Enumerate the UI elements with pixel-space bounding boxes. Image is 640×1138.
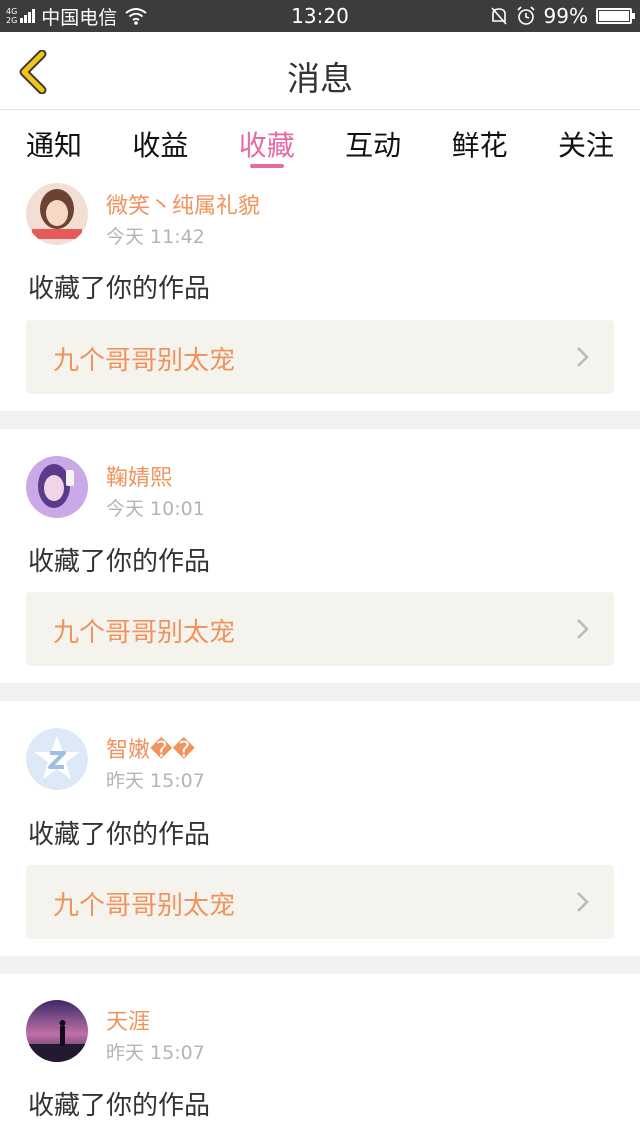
message-time: 今天 11:42 [106,226,205,248]
avatar[interactable] [26,1000,88,1062]
status-bar: 4G 2G 中国电信 13:20 99% [0,0,640,32]
chevron-right-icon [577,619,589,639]
avatar[interactable] [26,728,88,790]
page-title: 消息 [287,59,353,98]
battery-fill [599,11,629,21]
header: 消息 [0,32,640,110]
message-time: 昨天 15:07 [106,770,205,792]
battery-icon [596,8,635,24]
tab-interactions[interactable]: 互动 [345,110,401,176]
work-link[interactable]: 九个哥哥别太宠 [26,592,614,666]
message-time: 今天 10:01 [106,498,205,520]
chevron-right-icon [577,347,589,367]
tab-earnings[interactable]: 收益 [132,110,188,176]
work-link[interactable]: 九个哥哥别太宠 [26,320,614,394]
work-title: 九个哥哥别太宠 [53,346,236,376]
message-card: 智嫩�� 昨天 15:07 收藏了你的作品 九个哥哥别太宠 [0,701,640,956]
user-name[interactable]: 鞠婧熙 [106,460,172,492]
avatar[interactable] [26,183,88,245]
action-text: 收藏了你的作品 [28,1091,211,1121]
user-name[interactable]: 微笑丶纯属礼貌 [106,188,260,220]
mute-bell-icon [490,7,507,25]
alarm-icon [516,6,535,25]
tab-notifications[interactable]: 通知 [26,110,82,176]
tab-bar: 通知 收益 收藏 互动 鲜花 关注 [0,110,640,176]
battery-percent: 99% [543,4,588,28]
tab-flowers[interactable]: 鲜花 [452,110,508,176]
action-text: 收藏了你的作品 [28,547,211,577]
work-title: 九个哥哥别太宠 [53,618,236,648]
user-name[interactable]: 天涯 [106,1004,150,1036]
message-card: 鞠婧熙 今天 10:01 收藏了你的作品 九个哥哥别太宠 [0,429,640,683]
work-link[interactable]: 九个哥哥别太宠 [26,865,614,939]
action-text: 收藏了你的作品 [28,820,211,850]
avatar[interactable] [26,456,88,518]
chevron-right-icon [577,892,589,912]
message-list: 微笑丶纯属礼貌 今天 11:42 收藏了你的作品 九个哥哥别太宠 鞠婧熙 今天 … [0,176,640,1138]
message-time: 昨天 15:07 [106,1042,205,1064]
user-name[interactable]: 智嫩�� [106,732,195,764]
work-title: 九个哥哥别太宠 [53,891,236,921]
message-card: 微笑丶纯属礼貌 今天 11:42 收藏了你的作品 九个哥哥别太宠 [0,176,640,411]
tab-following[interactable]: 关注 [558,110,614,176]
action-text: 收藏了你的作品 [28,274,211,304]
tab-favorites[interactable]: 收藏 [239,110,295,176]
message-card: 天涯 昨天 15:07 收藏了你的作品 [0,974,640,1138]
